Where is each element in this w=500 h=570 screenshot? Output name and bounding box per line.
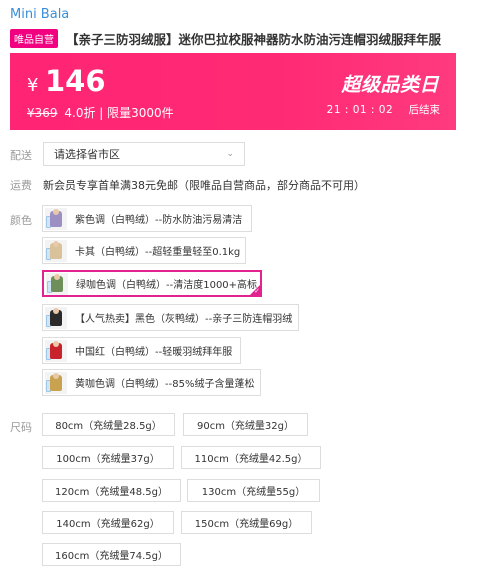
shipping-info: 新会员专享首单满38元免邮（限唯品自营商品，部分商品不可用）	[43, 179, 365, 192]
price-banner: ¥ 146 ¥369 4.0折 | 限量3000件 超级品类日 21 : 01 …	[10, 53, 456, 130]
size-label: 尺码	[10, 421, 32, 434]
size-option-label: 160cm（充绒量74.5g）	[55, 551, 168, 562]
size-option[interactable]: 80cm（充绒量28.5g）	[42, 413, 175, 436]
color-option[interactable]: 卡其（白鸭绒）--超轻重量轻至0.1kg	[42, 237, 246, 264]
sale-price: 146	[45, 64, 106, 98]
product-thumbnail	[45, 207, 67, 230]
size-option-label: 150cm（充绒量69g）	[194, 519, 299, 530]
color-option-label: 绿咖色调（白鸭绒）--清洁度1000+高标	[76, 280, 258, 291]
region-select-value: 请选择省市区	[54, 148, 120, 161]
chevron-down-icon: ⌄	[226, 149, 234, 159]
size-option-label: 110cm（充绒量42.5g）	[194, 454, 308, 465]
color-label: 颜色	[10, 214, 32, 227]
product-thumbnail	[45, 306, 67, 329]
countdown: 21 : 01 : 02 后结束	[327, 102, 440, 117]
size-option[interactable]: 90cm（充绒量32g）	[183, 413, 308, 436]
color-option-label: 黄咖色调（白鸭绒）--85%绒子含量蓬松	[75, 379, 255, 390]
product-thumbnail	[45, 239, 67, 262]
region-select[interactable]: 请选择省市区 ⌄	[43, 142, 245, 166]
delivery-label: 配送	[10, 149, 32, 162]
self-operated-badge: 唯品自营	[10, 29, 58, 48]
color-option[interactable]: 黄咖色调（白鸭绒）--85%绒子含量蓬松	[42, 369, 261, 396]
size-option-label: 90cm（充绒量32g）	[196, 421, 295, 432]
size-option-label: 80cm（充绒量28.5g）	[55, 421, 162, 432]
product-thumbnail	[45, 339, 67, 362]
product-title-row: 唯品自营 【亲子三防羽绒服】迷你巴拉校服神器防水防油污连帽羽绒服拜年服	[10, 29, 495, 48]
color-option[interactable]: 中国红（白鸭绒）--轻暖羽绒拜年服	[42, 337, 241, 364]
promo-title: 超级品类日	[341, 74, 439, 96]
size-option[interactable]: 140cm（充绒量62g）	[42, 511, 174, 534]
color-option[interactable]: 【人气热卖】黑色（灰鸭绒）--亲子三防连帽羽绒	[42, 304, 299, 331]
color-option[interactable]: 紫色调（白鸭绒）--防水防油污易清洁	[42, 205, 252, 232]
brand-link[interactable]: Mini Bala	[10, 7, 69, 22]
size-option[interactable]: 120cm（充绒量48.5g）	[42, 479, 181, 502]
size-option-label: 120cm（充绒量48.5g）	[55, 487, 168, 498]
countdown-suffix: 后结束	[408, 104, 441, 116]
discount-limit: 4.0折 | 限量3000件	[64, 106, 174, 120]
currency-symbol: ¥	[27, 75, 39, 96]
color-option-label: 【人气热卖】黑色（灰鸭绒）--亲子三防连帽羽绒	[75, 314, 293, 325]
original-price: ¥369	[27, 106, 58, 120]
size-option[interactable]: 150cm（充绒量69g）	[181, 511, 312, 534]
size-option-label: 140cm（充绒量62g）	[56, 519, 160, 530]
size-option[interactable]: 160cm（充绒量74.5g）	[42, 543, 181, 566]
size-option[interactable]: 100cm（充绒量37g）	[42, 446, 174, 469]
size-option[interactable]: 110cm（充绒量42.5g）	[181, 446, 321, 469]
size-option-label: 100cm（充绒量37g）	[56, 454, 160, 465]
color-option-label: 紫色调（白鸭绒）--防水防油污易清洁	[75, 215, 243, 226]
size-option-label: 130cm（充绒量55g）	[201, 487, 306, 498]
product-thumbnail	[46, 272, 68, 295]
product-title: 【亲子三防羽绒服】迷你巴拉校服神器防水防油污连帽羽绒服拜年服	[66, 32, 442, 47]
countdown-time: 21 : 01 : 02	[326, 104, 394, 116]
color-option-label: 卡其（白鸭绒）--超轻重量轻至0.1kg	[75, 247, 241, 258]
color-option-selected[interactable]: 绿咖色调（白鸭绒）--清洁度1000+高标 ✓	[42, 270, 262, 297]
shipping-label: 运费	[10, 179, 32, 192]
check-icon: ✓	[254, 287, 260, 295]
price-subline: ¥369 4.0折 | 限量3000件	[27, 104, 174, 121]
product-thumbnail	[45, 371, 67, 394]
color-option-label: 中国红（白鸭绒）--轻暖羽绒拜年服	[75, 347, 233, 358]
size-option[interactable]: 130cm（充绒量55g）	[187, 479, 320, 502]
